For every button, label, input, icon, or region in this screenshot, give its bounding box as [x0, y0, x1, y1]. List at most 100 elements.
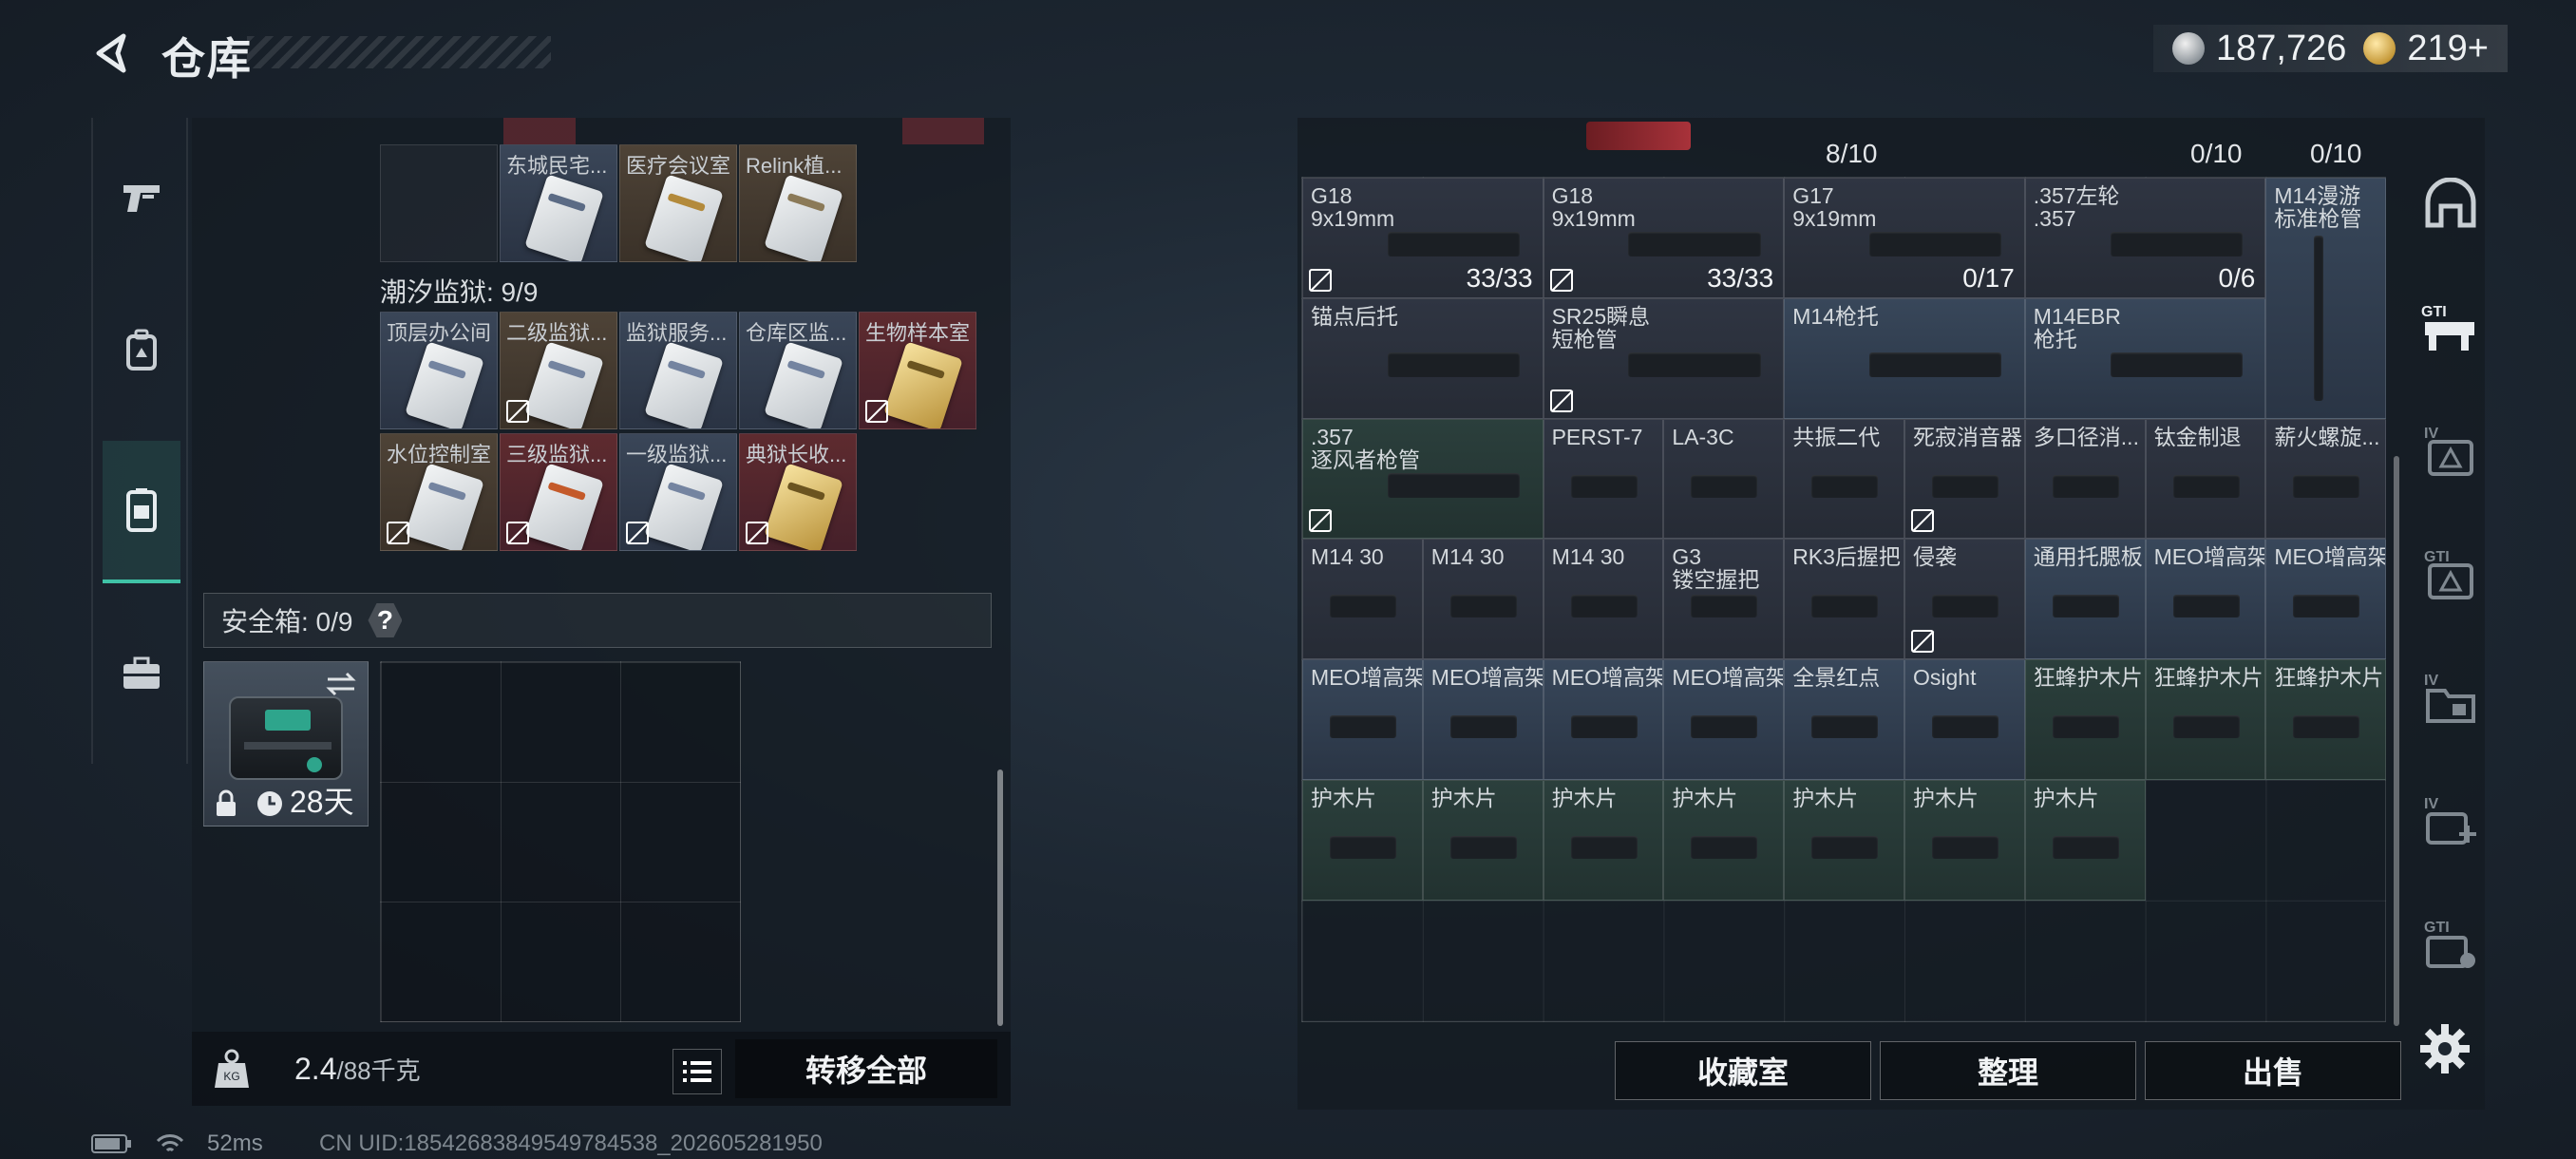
nav-storage[interactable] — [103, 441, 180, 583]
item-name: 狂蜂护木片 — [2274, 665, 2384, 691]
storage-item[interactable]: 多口径消... — [2024, 418, 2146, 540]
item-label: 生物样本室 — [865, 321, 971, 345]
storage-item[interactable]: G18 9x19mm 33/33 — [1302, 178, 1544, 298]
transfer-all-button[interactable]: 转移全部 — [735, 1039, 997, 1098]
safebox-item[interactable]: 28天 — [203, 661, 369, 826]
item-name: 薪火螺旋... — [2274, 424, 2380, 449]
storage-item[interactable]: Osight — [1904, 659, 2025, 780]
storage-item[interactable]: 狂蜂护木片 — [2145, 659, 2266, 780]
settings-gear-icon[interactable] — [2418, 1022, 2472, 1075]
item-slot-empty[interactable] — [380, 144, 498, 262]
storage-item[interactable]: MEO增高架 — [2145, 539, 2266, 660]
sell-button[interactable]: 出售 — [2145, 1041, 2401, 1100]
nav-gti-triangle[interactable]: GTI — [2405, 513, 2496, 636]
right-scrollbar[interactable] — [2394, 456, 2399, 1026]
storage-item[interactable]: MEO增高架 — [1302, 659, 1423, 780]
keycard-item[interactable]: 仓库区监... — [739, 312, 857, 429]
storage-item[interactable]: 全景红点 — [1784, 659, 1904, 780]
keycard-item[interactable]: 二级监狱... — [500, 312, 617, 429]
help-button[interactable]: ? — [368, 603, 403, 637]
nav-iv-medkit[interactable]: IV — [2405, 760, 2496, 884]
storage-item[interactable]: 护木片 — [1422, 780, 1544, 901]
nav-iv-folder[interactable]: IV — [2405, 636, 2496, 760]
storage-item[interactable]: M14 30 — [1543, 539, 1664, 660]
storage-item[interactable]: MEO增高架 — [1422, 659, 1544, 780]
storage-item[interactable]: 钛金制退 — [2145, 418, 2266, 540]
keycard-icon — [524, 463, 604, 550]
silver-currency[interactable]: 187,726 — [2172, 28, 2346, 69]
storage-item[interactable]: 护木片 — [2024, 780, 2146, 901]
storage-item[interactable]: 薪火螺旋... — [2265, 418, 2387, 540]
storage-item[interactable]: 护木片 — [1302, 780, 1423, 901]
item-icon — [1628, 232, 1761, 256]
storage-item[interactable]: M14EBR 枪托 — [2024, 297, 2266, 419]
storage-item[interactable]: 护木片 — [1663, 780, 1785, 901]
storage-item[interactable]: SR25瞬息 短枪管 — [1543, 297, 1785, 419]
storage-item[interactable]: 护木片 — [1784, 780, 1904, 901]
storage-item[interactable]: PERST-7 — [1543, 418, 1664, 540]
nav-toolbox[interactable] — [103, 612, 180, 735]
nav-weapons[interactable] — [103, 137, 180, 260]
keycard-item[interactable]: 典狱长收... — [739, 433, 857, 551]
right-nav: GTI IV GTI IV IV GTI — [2405, 142, 2496, 998]
item-count: 33/33 — [1466, 262, 1533, 293]
storage-item[interactable]: MEO增高架 — [2265, 539, 2387, 660]
storage-item[interactable]: M14 30 — [1422, 539, 1544, 660]
storage-grid[interactable]: G18 9x19mm 33/33 G18 9x19mm 33/33 G17 9x19mm… — [1301, 177, 2387, 1022]
nav-gti-box[interactable]: GTI — [2405, 884, 2496, 1007]
storage-item[interactable]: G18 9x19mm 33/33 — [1543, 178, 1785, 298]
storage-item[interactable]: MEO增高架 — [1663, 659, 1785, 780]
safebox-grid[interactable] — [380, 661, 741, 1022]
nav-gti-workbench[interactable]: GTI — [2405, 266, 2496, 390]
storage-item[interactable]: 狂蜂护木片 — [2024, 659, 2146, 780]
storage-item[interactable]: G3 镂空握把 — [1663, 539, 1785, 660]
item-icon — [1811, 836, 1879, 859]
storage-item[interactable]: 侵袭 — [1904, 539, 2025, 660]
keycard-icon — [644, 174, 724, 261]
keycard-item[interactable]: 水位控制室 — [380, 433, 498, 551]
storage-item[interactable]: 锚点后托 — [1302, 297, 1544, 419]
item-icon — [1570, 595, 1638, 618]
storage-item[interactable]: M14枪托 — [1784, 297, 2025, 419]
item-label: 三级监狱... — [506, 443, 608, 466]
collection-room-button[interactable]: 收藏室 — [1615, 1041, 1871, 1100]
list-view-button[interactable] — [672, 1049, 722, 1094]
item-name: 通用托腮板 — [2033, 544, 2143, 570]
storage-item[interactable]: M14 30 — [1302, 539, 1423, 660]
storage-item[interactable]: 狂蜂护木片 — [2265, 659, 2387, 780]
storage-item[interactable]: .357左轮 .357 0/6 — [2024, 178, 2266, 298]
storage-item[interactable]: RK3后握把 — [1784, 539, 1904, 660]
item-name: PERST-7 — [1551, 424, 1643, 449]
keycard-item[interactable]: 顶层办公间 — [380, 312, 498, 429]
storage-item[interactable]: LA-3C — [1663, 418, 1785, 540]
nav-iv-triangle[interactable]: IV — [2405, 390, 2496, 513]
storage-item[interactable]: G17 9x19mm 0/17 — [1784, 178, 2025, 298]
storage-item[interactable]: MEO增高架 — [1543, 659, 1664, 780]
organize-button[interactable]: 整理 — [1880, 1041, 2136, 1100]
keycard-item[interactable]: 医疗会议室 — [619, 144, 737, 262]
keycard-item[interactable]: 监狱服务... — [619, 312, 737, 429]
back-button[interactable] — [84, 25, 141, 82]
item-name: 共振二代 — [1792, 424, 1881, 449]
keycard-item[interactable]: 一级监狱... — [619, 433, 737, 551]
gold-coin-icon — [2363, 32, 2396, 65]
keycard-item[interactable]: Relink植... — [739, 144, 857, 262]
nav-backpack[interactable] — [103, 289, 180, 412]
svg-text:GTI: GTI — [2424, 549, 2450, 565]
left-scrollbar[interactable] — [997, 770, 1003, 1026]
storage-item[interactable]: 共振二代 — [1784, 418, 1904, 540]
storage-item[interactable]: M14漫游 标准枪管 — [2265, 178, 2387, 419]
keycard-item[interactable]: 生物样本室 — [859, 312, 976, 429]
storage-item[interactable]: .357 逐风者枪管 — [1302, 418, 1544, 540]
nav-shelter[interactable] — [2405, 142, 2496, 266]
storage-item[interactable]: 死寂消音器 — [1904, 418, 2025, 540]
storage-item[interactable]: 通用托腮板 — [2024, 539, 2146, 660]
keycard-icon — [644, 341, 724, 428]
storage-item[interactable]: 护木片 — [1543, 780, 1664, 901]
prison-cards-grid: 顶层办公间 二级监狱... 监狱服务... 仓库区监... 生物样本室水位控制室 三级监狱… — [380, 312, 984, 555]
storage-item[interactable]: 护木片 — [1904, 780, 2025, 901]
keycard-item[interactable]: 东城民宅... — [500, 144, 617, 262]
prison-section-label: 潮汐监狱: 9/9 — [380, 277, 539, 307]
keycard-item[interactable]: 三级监狱... — [500, 433, 617, 551]
gold-currency[interactable]: 219+ — [2363, 28, 2489, 69]
